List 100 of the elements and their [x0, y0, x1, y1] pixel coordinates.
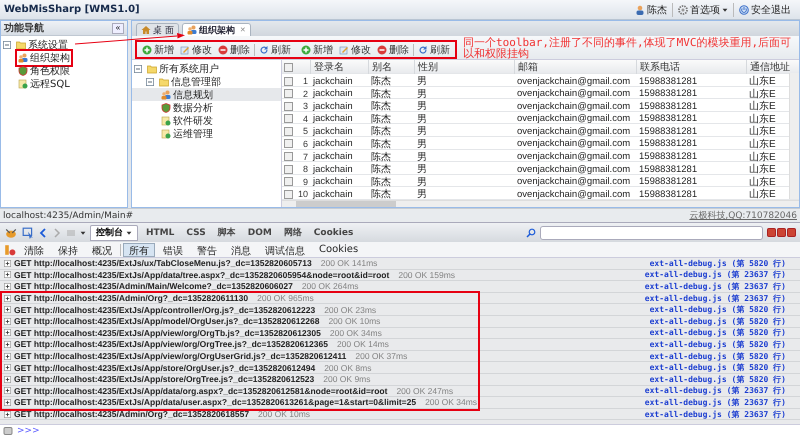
scrollbar[interactable]: [789, 73, 799, 199]
source-link[interactable]: ext-all-debug.js (第 5820 行): [650, 316, 786, 327]
checkbox[interactable]: [284, 89, 293, 98]
panel-tab[interactable]: Cookies: [310, 228, 358, 238]
request-url[interactable]: GET http://localhost:4235/ExtJs/App/controller/Org.js?_dc=1352820612223: [14, 304, 316, 315]
source-link[interactable]: ext-all-debug.js (第 5820 行): [650, 338, 786, 350]
source-link[interactable]: ext-all-debug.js (第 23637 行): [644, 280, 786, 292]
source-link[interactable]: ext-all-debug.js (第 23637 行): [644, 408, 786, 420]
request-status: 200 OK 8ms: [324, 362, 372, 373]
collapse-icon[interactable]: [134, 64, 142, 72]
source-link[interactable]: ext-all-debug.js (第 23637 行): [644, 385, 786, 396]
scrollbar-thumb[interactable]: [296, 200, 396, 207]
toolbar-button[interactable]: 刷新: [257, 42, 293, 56]
panel-menu[interactable]: 控制台: [90, 224, 138, 240]
row-number: 10: [296, 189, 309, 200]
tree-item[interactable]: 运维管理: [173, 126, 213, 140]
tree-item[interactable]: 组织架构: [30, 50, 70, 64]
user-link[interactable]: 陈杰: [630, 2, 672, 16]
request-url[interactable]: GET http://localhost:4235/ExtJs/App/data/org.aspx?_dc=1352820612581&node=root&id=root: [14, 386, 388, 396]
request-url[interactable]: GET http://localhost:4235/ExtJs/App/view/org/OrgUserGrid.js?_dc=1352820612411: [14, 351, 346, 362]
filter-tab[interactable]: 警告: [191, 242, 223, 256]
table-cell-text: jackchain: [312, 188, 354, 200]
credit-link[interactable]: 云极科技,QQ:710782046: [689, 209, 797, 222]
source-link[interactable]: ext-all-debug.js (第 23637 行): [644, 269, 786, 280]
source-link[interactable]: ext-all-debug.js (第 23637 行): [644, 292, 786, 304]
minimize-button[interactable]: [767, 228, 776, 237]
action-button[interactable]: 保持: [52, 242, 84, 256]
column-header[interactable]: 登录名: [314, 60, 344, 74]
filter-tab[interactable]: 消息: [225, 242, 257, 256]
source-link[interactable]: ext-all-debug.js (第 5820 行): [650, 362, 786, 374]
action-button[interactable]: 概况: [86, 242, 118, 256]
checkbox[interactable]: [284, 139, 293, 148]
tree-item[interactable]: 角色权限: [30, 64, 70, 78]
tree-item[interactable]: 数据分析: [173, 100, 213, 114]
tree-item[interactable]: 软件研发: [173, 114, 213, 128]
collapse-button[interactable]: «: [112, 22, 124, 34]
command-prompt[interactable]: >>>: [17, 426, 40, 436]
request-url[interactable]: GET http://localhost:4235/Admin/Org?_dc=1352820618557: [14, 409, 250, 420]
row-number: 4: [302, 114, 309, 124]
request-url[interactable]: GET http://localhost:4235/ExtJs/App/view/org/OrgTb.js?_dc=1352820612305: [14, 328, 321, 338]
tab[interactable]: 桌 面: [136, 23, 179, 36]
checkbox[interactable]: [284, 177, 293, 186]
collapse-icon[interactable]: [146, 78, 154, 86]
tree-item[interactable]: 所有系统用户: [159, 62, 219, 76]
collapse-icon[interactable]: [3, 40, 11, 48]
panel-tab[interactable]: HTML: [142, 228, 178, 238]
filter-tab[interactable]: Cookies: [313, 242, 364, 256]
table-cell-text: 男: [416, 163, 428, 176]
request-url[interactable]: GET http://localhost:4235/ExtJs/App/model/OrgUser.js?_dc=1352820612268: [14, 316, 320, 326]
column-header[interactable]: 性别: [418, 60, 438, 74]
request-url[interactable]: GET http://localhost:4235/Admin/Org?_dc=1352820611130: [14, 293, 248, 304]
checkbox[interactable]: [284, 126, 293, 136]
request-url[interactable]: GET http://localhost:4235/ExtJs/App/store/OrgUser.js?_dc=1352820612494: [14, 362, 316, 373]
table-cell-text: 山东E: [748, 100, 777, 114]
source-link[interactable]: ext-all-debug.js (第 5820 行): [650, 374, 786, 385]
source-link[interactable]: ext-all-debug.js (第 5820 行): [650, 304, 786, 316]
preferences-menu[interactable]: 首选项: [672, 2, 733, 16]
source-link[interactable]: ext-all-debug.js (第 5820 行): [650, 327, 786, 338]
panel-tab[interactable]: 网络: [280, 226, 306, 239]
column-header[interactable]: 邮箱: [518, 60, 538, 74]
toolbar-button[interactable]: 新增: [140, 42, 176, 56]
checkbox[interactable]: [284, 76, 293, 86]
tree-item[interactable]: 信息管理部: [171, 74, 221, 88]
close-button[interactable]: [787, 228, 796, 237]
request-url[interactable]: GET http://localhost:4235/ExtJs/App/store/OrgTree.js?_dc=1352820612523: [14, 374, 314, 384]
filter-tab[interactable]: 调试信息: [259, 242, 311, 256]
toolbar-button[interactable]: 刷新: [416, 42, 452, 56]
filter-tab[interactable]: 错误: [157, 242, 189, 256]
panel-tab[interactable]: CSS: [182, 228, 210, 238]
checkbox[interactable]: [284, 102, 293, 111]
source-link[interactable]: ext-all-debug.js (第 5820 行): [650, 350, 786, 362]
search-field[interactable]: [540, 226, 763, 240]
restore-button[interactable]: [777, 228, 786, 237]
column-header[interactable]: 别名: [372, 60, 392, 74]
request-url[interactable]: GET http://localhost:4235/ExtJs/App/data/user.aspx?_dc=1352820613261&page=1&start=0&limit=25: [14, 397, 416, 408]
tree-item[interactable]: 系统设置: [28, 38, 68, 52]
request-url[interactable]: GET http://localhost:4235/ExtJs/App/data/tree.aspx?_dc=1352820605954&node=root&id=root: [14, 270, 390, 280]
tree-item[interactable]: 远程SQL: [30, 76, 70, 90]
checkbox[interactable]: [284, 190, 293, 199]
filter-tab[interactable]: 所有: [123, 242, 155, 256]
panel-tab[interactable]: 脚本: [214, 226, 240, 239]
toolbar-button[interactable]: 新增: [299, 42, 335, 56]
action-button[interactable]: 清除: [18, 242, 50, 256]
checkbox[interactable]: [284, 164, 293, 174]
checkbox[interactable]: [284, 152, 293, 162]
checkbox[interactable]: [284, 62, 293, 72]
toolbar-button[interactable]: 修改: [178, 42, 214, 56]
source-link[interactable]: ext-all-debug.js (第 5820 行): [650, 258, 786, 269]
request-url[interactable]: GET http://localhost:4235/ExtJs/ux/TabCloseMenu.js?_dc=1352820605713: [14, 258, 312, 268]
toolbar-button[interactable]: 删除: [375, 42, 411, 56]
source-link[interactable]: ext-all-debug.js (第 23637 行): [644, 396, 786, 408]
panel-tab[interactable]: DOM: [244, 228, 276, 238]
toolbar-button[interactable]: 删除: [216, 42, 252, 56]
checkbox[interactable]: [284, 114, 293, 124]
request-url[interactable]: GET http://localhost:4235/ExtJs/App/view/org/OrgTree.js?_dc=1352820612365: [14, 339, 328, 350]
column-header[interactable]: 联系电话: [640, 60, 680, 74]
logout-link[interactable]: 安全退出: [733, 2, 796, 16]
request-url[interactable]: GET http://localhost:4235/Admin/Main/Welcome?_dc=1352820606027: [14, 281, 293, 292]
toolbar-button[interactable]: 修改: [337, 42, 373, 56]
column-header[interactable]: 通信地址: [750, 60, 790, 74]
